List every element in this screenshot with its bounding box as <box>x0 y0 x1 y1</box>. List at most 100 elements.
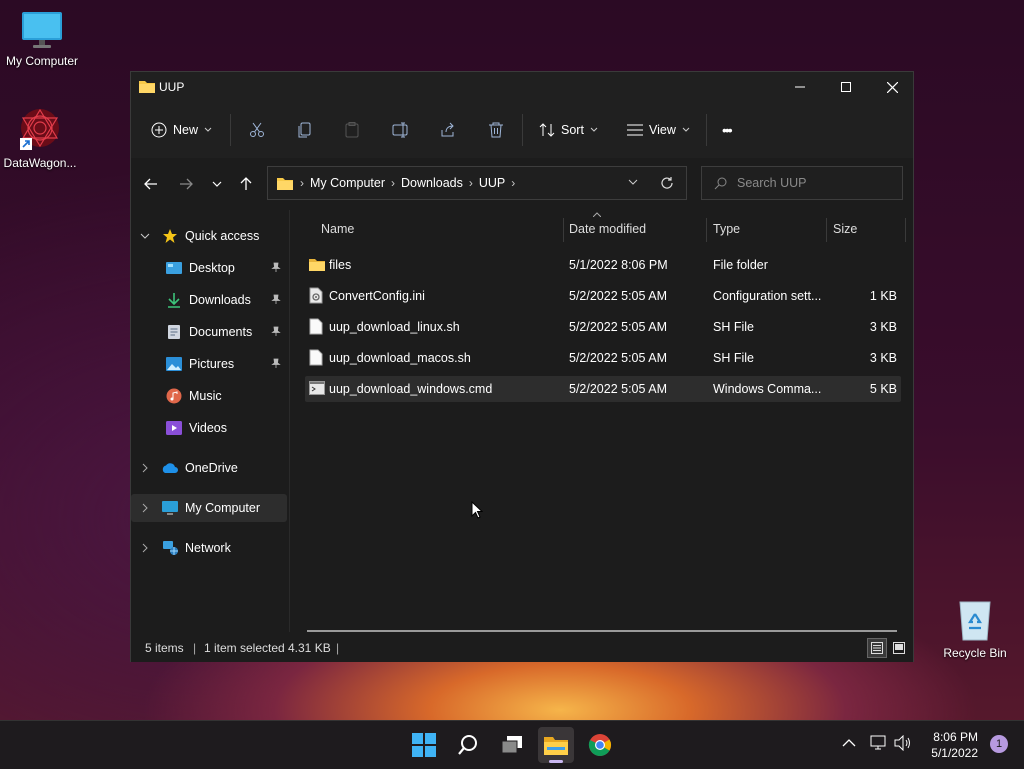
pane-divider[interactable] <box>289 210 290 632</box>
chevron-down-icon[interactable] <box>137 233 153 240</box>
sort-icon <box>539 122 555 138</box>
desktop-icon-label: DataWagon... <box>3 156 77 170</box>
start-button[interactable] <box>406 727 442 763</box>
refresh-button[interactable] <box>660 176 674 190</box>
status-item-count: 5 items <box>145 641 184 655</box>
chevron-down-icon <box>204 127 212 133</box>
desktop-icon-my-computer[interactable]: My Computer <box>0 10 84 68</box>
taskbar-clock[interactable]: 8:06 PM 5/1/2022 <box>931 729 978 761</box>
delete-button[interactable] <box>488 116 504 144</box>
file-icon <box>309 349 323 366</box>
sidebar-item-documents[interactable]: Documents <box>165 318 287 346</box>
see-more-button[interactable]: ••• <box>722 116 733 144</box>
column-divider[interactable] <box>563 218 564 242</box>
search-button[interactable] <box>450 727 486 763</box>
file-row[interactable]: ConvertConfig.ini 5/2/2022 5:05 AM Confi… <box>305 283 901 309</box>
address-bar[interactable]: › My Computer › Downloads › UUP › <box>267 166 687 200</box>
file-date: 5/1/2022 8:06 PM <box>569 258 668 272</box>
column-divider[interactable] <box>706 218 707 242</box>
column-header-type[interactable]: Type <box>713 216 825 242</box>
view-button[interactable]: View <box>627 116 690 144</box>
sidebar-item-downloads[interactable]: Downloads <box>165 286 287 314</box>
new-button[interactable]: New <box>151 116 212 144</box>
sidebar-item-my-computer[interactable]: My Computer <box>131 494 287 522</box>
minimize-button[interactable] <box>777 72 823 102</box>
paste-button[interactable] <box>344 116 360 144</box>
forward-button[interactable] <box>174 172 198 196</box>
file-name: ConvertConfig.ini <box>329 289 425 303</box>
desktop-icon <box>165 260 183 276</box>
notification-badge[interactable]: 1 <box>990 735 1008 753</box>
column-header-size[interactable]: Size <box>833 216 903 242</box>
maximize-button[interactable] <box>823 72 869 102</box>
file-row[interactable]: uup_download_linux.sh 5/2/2022 5:05 AM S… <box>305 314 901 340</box>
chevron-down-icon <box>682 127 690 133</box>
back-button[interactable] <box>139 172 163 196</box>
sidebar-item-label: My Computer <box>185 501 261 515</box>
document-icon <box>165 324 183 340</box>
sidebar-item-music[interactable]: Music <box>165 382 287 410</box>
close-button[interactable] <box>869 72 915 102</box>
show-hidden-icons-button[interactable] <box>842 738 856 747</box>
chevron-right-icon[interactable] <box>137 503 153 513</box>
breadcrumb-uup[interactable]: UUP <box>479 176 505 190</box>
column-header-label: Type <box>713 222 741 236</box>
up-button[interactable] <box>234 172 258 196</box>
sidebar-item-onedrive[interactable]: OneDrive <box>131 454 287 482</box>
taskbar-chrome[interactable] <box>582 727 618 763</box>
column-header-name[interactable]: Name <box>321 216 561 242</box>
share-button[interactable] <box>440 116 456 144</box>
address-history-button[interactable] <box>628 179 638 186</box>
file-date: 5/2/2022 5:05 AM <box>569 320 667 334</box>
file-name: uup_download_linux.sh <box>329 320 460 334</box>
monitor-icon <box>21 10 63 50</box>
breadcrumb-downloads[interactable]: Downloads <box>401 176 463 190</box>
recent-locations-button[interactable] <box>205 172 229 196</box>
sidebar-item-videos[interactable]: Videos <box>165 414 287 442</box>
column-divider[interactable] <box>826 218 827 242</box>
sidebar-item-quick-access[interactable]: Quick access <box>131 222 287 250</box>
volume-icon[interactable] <box>894 735 912 751</box>
chevron-right-icon[interactable] <box>137 463 153 473</box>
sidebar-item-network[interactable]: Network <box>131 534 287 562</box>
chrome-icon <box>588 733 612 757</box>
chevron-right-icon[interactable] <box>137 543 153 553</box>
file-size: 3 KB <box>869 351 897 365</box>
search-box[interactable]: Search UUP <box>701 166 903 200</box>
details-view-button[interactable] <box>867 638 887 658</box>
search-icon <box>457 734 479 756</box>
network-status-icon[interactable] <box>870 735 888 751</box>
tiles-view-button[interactable] <box>889 638 909 658</box>
taskbar-file-explorer[interactable] <box>538 727 574 763</box>
music-icon <box>165 388 183 404</box>
file-row[interactable]: files 5/1/2022 8:06 PM File folder <box>305 252 901 278</box>
file-type: SH File <box>713 320 754 334</box>
desktop-icon-datawagon[interactable]: DataWagon... <box>0 106 82 170</box>
file-row[interactable]: uup_download_macos.sh 5/2/2022 5:05 AM S… <box>305 345 901 371</box>
sort-button[interactable]: Sort <box>539 116 598 144</box>
more-dots-icon: ••• <box>722 122 733 138</box>
sidebar-item-pictures[interactable]: Pictures <box>165 350 287 378</box>
rename-button[interactable] <box>392 116 410 144</box>
column-divider[interactable] <box>905 218 906 242</box>
copy-button[interactable] <box>297 116 313 144</box>
column-header-date[interactable]: Date modified <box>569 216 707 242</box>
navigation-row: › My Computer › Downloads › UUP › Search… <box>131 158 913 210</box>
task-view-icon <box>501 735 523 755</box>
pin-icon <box>271 358 281 368</box>
sidebar-item-desktop[interactable]: Desktop <box>165 254 287 282</box>
file-row-selected[interactable]: uup_download_windows.cmd 5/2/2022 5:05 A… <box>305 376 901 402</box>
desktop-icon-recycle-bin[interactable]: Recycle Bin <box>933 598 1017 660</box>
desktop-icon-label: My Computer <box>5 54 79 68</box>
title-bar[interactable]: UUP <box>131 72 913 102</box>
pin-icon <box>271 326 281 336</box>
breadcrumb-my-computer[interactable]: My Computer <box>310 176 385 190</box>
cut-button[interactable] <box>249 116 265 144</box>
task-view-button[interactable] <box>494 727 530 763</box>
toolbar-separator <box>522 114 523 146</box>
desktop-icon-label: Recycle Bin <box>943 646 1007 660</box>
plus-circle-icon <box>151 122 167 138</box>
file-size: 3 KB <box>869 320 897 334</box>
navigation-pane: Quick access Desktop Downloads Documents <box>131 210 291 632</box>
file-list: Name Date modified Type Size files 5/1/2… <box>291 210 913 632</box>
